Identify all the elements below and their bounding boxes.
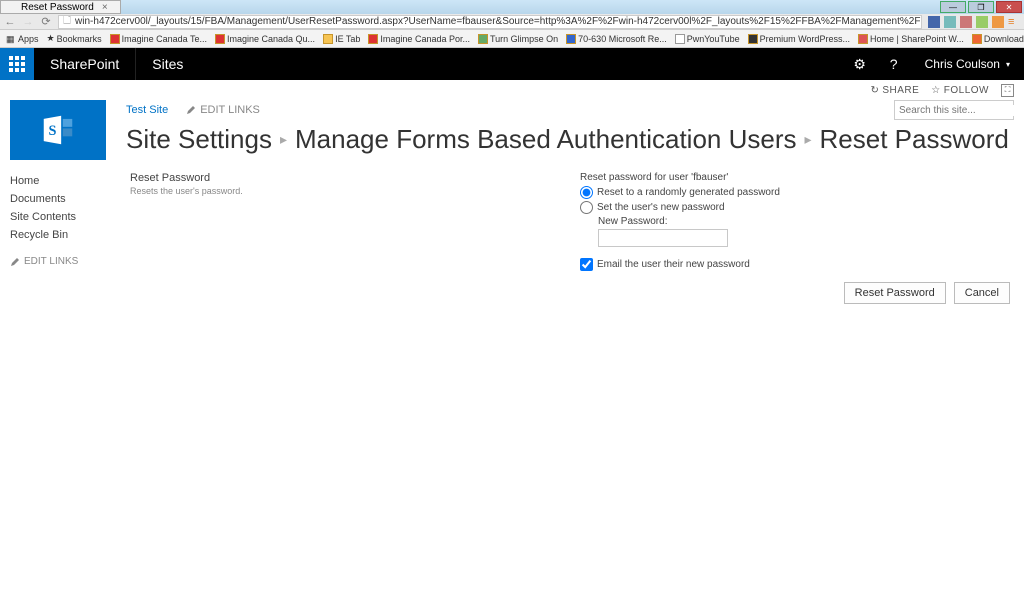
breadcrumb-item: Reset Password bbox=[820, 124, 1009, 155]
search-box[interactable]: 🔍 bbox=[894, 100, 1014, 120]
section-title: Reset Password bbox=[130, 172, 530, 184]
bookmark-item[interactable]: Imagine Canada Te... bbox=[110, 34, 207, 44]
breadcrumb: Site Settings ▸ Manage Forms Based Authe… bbox=[126, 124, 1014, 155]
tab-title: Reset Password bbox=[21, 2, 94, 13]
site-link[interactable]: Test Site bbox=[126, 104, 168, 116]
suite-sites[interactable]: Sites bbox=[136, 48, 199, 80]
focus-icon: ⛶ bbox=[1005, 85, 1011, 95]
bookmark-item[interactable]: 70-630 Microsoft Re... bbox=[566, 34, 667, 44]
address-bar: ← → ⟳ 🗋 win-h472cerv00l/_layouts/15/FBA/… bbox=[0, 14, 1024, 30]
back-icon[interactable]: ← bbox=[4, 16, 16, 28]
new-password-input[interactable] bbox=[598, 229, 728, 247]
forward-icon[interactable]: → bbox=[22, 16, 34, 28]
search-input[interactable] bbox=[895, 105, 1024, 116]
section-header: Reset Password Resets the user's passwor… bbox=[120, 172, 540, 272]
focus-content-button[interactable]: ⛶ bbox=[1001, 84, 1014, 97]
star-icon: ☆ bbox=[931, 85, 940, 96]
bookmark-item[interactable]: Downloads - Office.c... bbox=[972, 34, 1024, 44]
browser-tab[interactable]: Reset Password × bbox=[0, 0, 121, 14]
nav-recycle-bin[interactable]: Recycle Bin bbox=[10, 229, 68, 241]
bookmark-item[interactable]: Home | SharePoint W... bbox=[858, 34, 964, 44]
follow-button[interactable]: ☆FOLLOW bbox=[931, 85, 989, 96]
ext-icon[interactable] bbox=[960, 16, 972, 28]
chevron-right-icon: ▸ bbox=[280, 131, 287, 148]
bookmark-item[interactable]: Premium WordPress... bbox=[748, 34, 850, 44]
breadcrumb-item[interactable]: Manage Forms Based Authentication Users bbox=[295, 124, 796, 155]
bookmark-item[interactable]: PwnYouTube bbox=[675, 34, 740, 44]
new-password-label: New Password: bbox=[598, 216, 667, 227]
url-input[interactable]: 🗋 win-h472cerv00l/_layouts/15/FBA/Manage… bbox=[58, 15, 922, 29]
pencil-icon bbox=[186, 105, 196, 115]
breadcrumb-item[interactable]: Site Settings bbox=[126, 124, 272, 155]
waffle-icon bbox=[9, 56, 25, 72]
help-icon: ? bbox=[890, 56, 898, 72]
bookmark-item[interactable]: Imagine Canada Qu... bbox=[215, 34, 315, 44]
menu-icon[interactable]: ≡ bbox=[1008, 16, 1020, 28]
nav-home[interactable]: Home bbox=[10, 175, 39, 187]
nav-site-contents[interactable]: Site Contents bbox=[10, 211, 76, 223]
share-icon: ↻ bbox=[870, 85, 879, 96]
user-menu[interactable]: Chris Coulson▾ bbox=[911, 48, 1024, 80]
ext-icon[interactable] bbox=[944, 16, 956, 28]
settings-button[interactable]: ⚙ bbox=[843, 48, 877, 80]
radio-random[interactable] bbox=[580, 186, 593, 199]
option-set-password[interactable]: Set the user's new password bbox=[580, 201, 725, 214]
edit-links-button[interactable]: EDIT LINKS bbox=[186, 104, 260, 116]
help-button[interactable]: ? bbox=[877, 48, 911, 80]
ext-icon[interactable] bbox=[976, 16, 988, 28]
bookmarks-bar: ▦Apps ★Bookmarks Imagine Canada Te... Im… bbox=[0, 30, 1024, 48]
pencil-icon bbox=[10, 257, 20, 267]
reload-icon[interactable]: ⟳ bbox=[40, 16, 52, 28]
sharepoint-logo-icon: S bbox=[39, 111, 77, 149]
reset-password-form: Reset password for user 'fbauser' Reset … bbox=[540, 172, 1014, 272]
checkbox-email[interactable] bbox=[580, 258, 593, 271]
bookmark-item[interactable]: Imagine Canada Por... bbox=[368, 34, 470, 44]
option-random-password[interactable]: Reset to a randomly generated password bbox=[580, 186, 780, 199]
window-close-button[interactable]: ✕ bbox=[996, 1, 1022, 13]
cancel-button[interactable]: Cancel bbox=[954, 282, 1010, 304]
url-text: win-h472cerv00l/_layouts/15/FBA/Manageme… bbox=[75, 16, 922, 27]
chevron-down-icon: ▾ bbox=[1006, 60, 1010, 69]
suite-bar: SharePoint Sites ⚙ ? Chris Coulson▾ bbox=[0, 48, 1024, 80]
bookmark-item[interactable]: Turn Glimpse On bbox=[478, 34, 558, 44]
gear-icon: ⚙ bbox=[853, 56, 866, 73]
suite-brand[interactable]: SharePoint bbox=[34, 48, 136, 80]
chevron-right-icon: ▸ bbox=[805, 131, 812, 148]
close-tab-icon[interactable]: × bbox=[100, 2, 110, 12]
left-nav: Home Documents Site Contents Recycle Bin… bbox=[10, 172, 120, 272]
apps-button[interactable]: ▦Apps bbox=[6, 34, 39, 44]
page-commands: ↻SHARE ☆FOLLOW ⛶ bbox=[0, 80, 1024, 100]
section-description: Resets the user's password. bbox=[130, 186, 530, 196]
svg-text:S: S bbox=[49, 123, 57, 139]
bookmark-item[interactable]: ★Bookmarks bbox=[47, 33, 102, 44]
nav-edit-links[interactable]: EDIT LINKS bbox=[10, 256, 120, 267]
option-email-user[interactable]: Email the user their new password bbox=[580, 258, 750, 271]
form-legend: Reset password for user 'fbauser' bbox=[580, 172, 728, 183]
radio-set[interactable] bbox=[580, 201, 593, 214]
window-maximize-button[interactable]: ❐ bbox=[968, 1, 994, 13]
window-minimize-button[interactable]: — bbox=[940, 1, 966, 13]
app-launcher-button[interactable] bbox=[0, 48, 34, 80]
site-logo[interactable]: S bbox=[10, 100, 106, 160]
nav-documents[interactable]: Documents bbox=[10, 193, 66, 205]
ext-icon[interactable] bbox=[992, 16, 1004, 28]
reset-password-button[interactable]: Reset Password bbox=[844, 282, 946, 304]
ext-icon[interactable] bbox=[928, 16, 940, 28]
bookmark-item[interactable]: IE Tab bbox=[323, 34, 360, 44]
share-button[interactable]: ↻SHARE bbox=[870, 85, 919, 96]
